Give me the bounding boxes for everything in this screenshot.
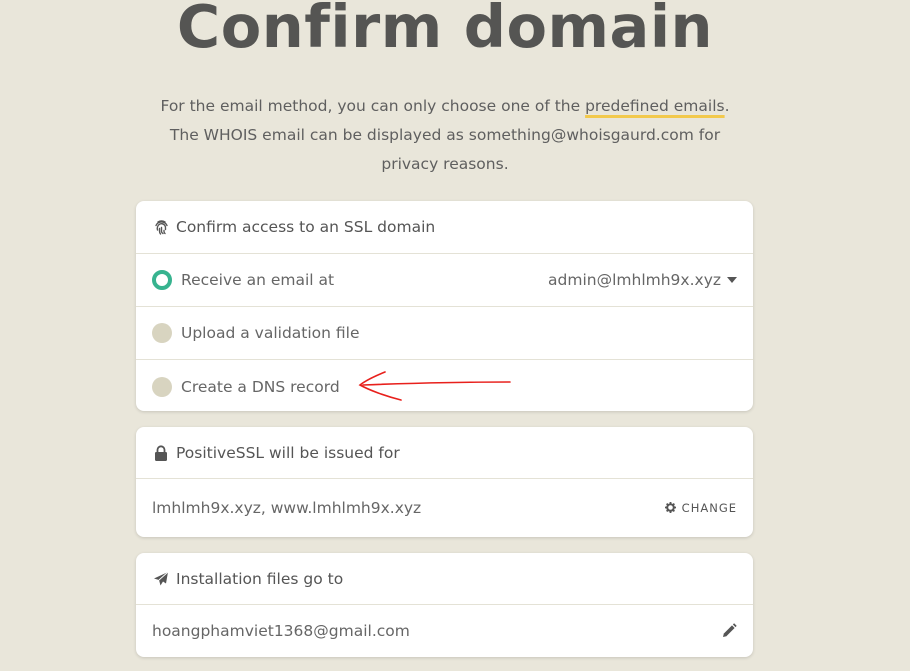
installation-heading: Installation files go to (176, 569, 344, 588)
annotation-arrow-icon (358, 371, 511, 401)
issued-for-header: PositiveSSL will be issued for (136, 427, 753, 479)
email-select[interactable]: admin@lmhlmh9x.xyz (548, 271, 737, 289)
email-radio[interactable] (152, 270, 172, 290)
installation-card: Installation files go to hoangphamviet13… (136, 553, 753, 657)
install-email-value: hoangphamviet1368@gmail.com (152, 622, 410, 640)
dns-radio[interactable] (152, 376, 172, 397)
confirm-access-header: Confirm access to an SSL domain (136, 201, 753, 254)
confirm-access-heading: Confirm access to an SSL domain (176, 218, 436, 236)
option-email-label: Receive an email at (181, 271, 335, 289)
intro-text-start: For the email method, you can only choos… (160, 97, 586, 115)
install-email-row: hoangphamviet1368@gmail.com (136, 605, 753, 657)
option-dns-label: Create a DNS record (181, 377, 340, 396)
intro-text: For the email method, you can only choos… (145, 92, 745, 179)
pencil-icon[interactable] (721, 623, 737, 639)
installation-header: Installation files go to (136, 553, 753, 605)
page-title: Confirm domain (176, 0, 714, 61)
change-button[interactable]: CHANGE (664, 500, 737, 515)
option-upload[interactable]: Upload a validation file (136, 307, 753, 360)
gear-icon (664, 502, 676, 513)
option-email[interactable]: Receive an email at admin@lmhlmh9x.xyz (136, 254, 753, 307)
upload-radio[interactable] (152, 323, 172, 343)
paper-plane-icon (152, 570, 170, 588)
change-button-label: CHANGE (681, 500, 737, 515)
caret-down-icon (727, 277, 737, 283)
option-upload-label: Upload a validation file (181, 324, 360, 342)
issued-for-card: PositiveSSL will be issued for lmhlmh9x.… (136, 427, 753, 537)
domains-row: lmhlmh9x.xyz, www.lmhlmh9x.xyz CHANGE (136, 479, 753, 536)
email-select-value: admin@lmhlmh9x.xyz (548, 271, 721, 289)
fingerprint-icon (152, 218, 170, 236)
predefined-emails-link[interactable]: predefined emails (585, 97, 725, 115)
lock-icon (152, 444, 170, 462)
issued-for-heading: PositiveSSL will be issued for (176, 443, 400, 462)
domains-value: lmhlmh9x.xyz, www.lmhlmh9x.xyz (152, 498, 422, 517)
